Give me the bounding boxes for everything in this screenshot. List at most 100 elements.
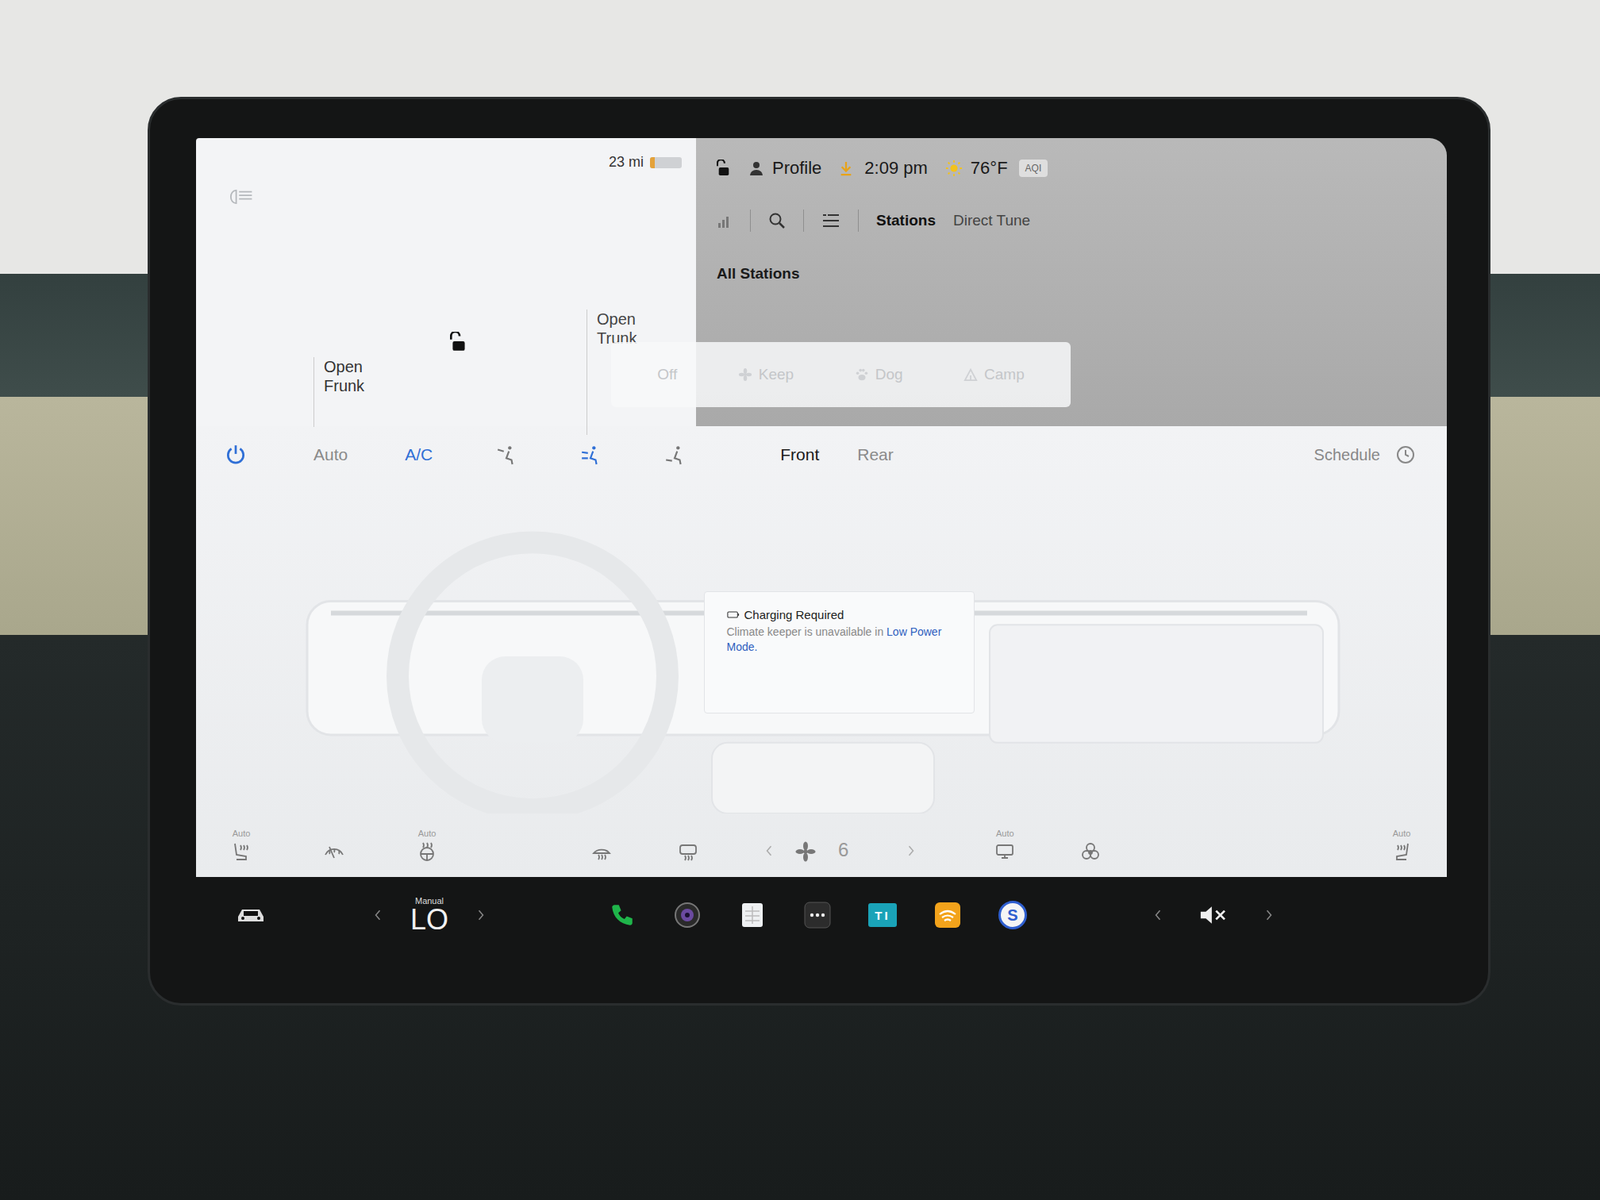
fan-icon [738,367,753,382]
download-icon[interactable] [838,159,854,177]
media-tab[interactable]: Direct Tune [953,211,1031,230]
notes-app-icon[interactable] [738,900,767,930]
media-heading: All Stations [716,265,1427,283]
zone-tab[interactable]: Rear [857,445,894,465]
keeper-mode-label: Dog [875,365,904,384]
climate-control[interactable]: Auto [227,828,255,863]
toolbar-divider [803,209,804,232]
climate-controls: Auto Auto 6 Auto Auto [196,813,1447,877]
display-bezel: 23 mi Open Frunk Open Trunk Profile 2:09… [147,96,1491,1006]
airflow-icon[interactable] [580,444,601,466]
photo-background: 23 mi Open Frunk Open Trunk Profile 2:09… [0,0,1600,1200]
temperature-mode: Manual [415,896,444,906]
control-slot [1076,828,1104,863]
climate-control[interactable] [588,828,616,863]
more-app-icon[interactable] [803,900,832,930]
toolbar-divider [750,209,751,232]
profile-button[interactable]: Profile [748,157,822,179]
climate-control[interactable]: Auto [1388,828,1416,863]
schedule-label: Schedule [1314,446,1381,465]
notice-text: Climate keeper is unavailable in Low Pow… [726,624,952,655]
clock: 2:09 pm [864,157,928,179]
auto-button[interactable]: Auto [313,445,348,465]
climate-control[interactable] [674,828,702,863]
airflow-icon[interactable] [664,444,685,466]
car-lock-button[interactable] [450,331,468,356]
sun-icon [945,159,963,177]
aqi-badge[interactable]: AQI [1019,159,1049,177]
climate-control[interactable] [1076,828,1104,863]
battery-fill [650,157,655,169]
temperature-value: LO [410,905,449,935]
seat-left-icon [230,840,253,863]
chevron-left-icon[interactable] [1153,907,1162,923]
media-tab[interactable]: Stations [876,211,936,230]
control-slot: Auto [413,828,441,863]
outside-temperature: 76°F [970,157,1008,179]
audible-icon [934,901,962,929]
app-dock: TI S [607,900,1027,930]
chevron-left-icon[interactable] [373,907,382,923]
open-frunk-button[interactable]: Open Frunk [313,357,380,427]
keeper-mode[interactable]: Off [657,365,677,384]
s-app-icon[interactable]: S [998,900,1027,930]
chevron-left-icon[interactable] [765,843,774,858]
low-power-mode-link[interactable]: Low Power Mode. [726,625,943,654]
charging-notice: Charging Required Climate keeper is unav… [703,591,975,714]
cabin-temperature[interactable]: Manual LO [410,896,449,935]
padlock-icon [450,331,468,353]
control-slot [588,828,616,863]
toybox-tile: TI [868,903,897,927]
toybox-app-icon[interactable]: TI [868,900,897,930]
phone-icon [608,901,636,929]
cabin-view: Charging Required Climate keeper is unav… [196,483,1447,814]
speaker-muted-icon[interactable] [1198,903,1229,927]
battery-low-icon [726,611,740,619]
search-icon[interactable] [768,211,786,230]
screen-icon [993,840,1016,863]
wheel-icon [415,840,439,863]
camera-app-icon[interactable] [673,900,702,930]
media-toolbar: Stations Direct Tune [716,209,1427,232]
climate-control[interactable]: Auto [413,828,441,863]
fan-icon [794,840,817,863]
signal-icon[interactable] [716,212,733,229]
chevron-right-icon[interactable] [476,907,485,923]
toolbar-divider [857,209,859,232]
ac-button[interactable]: A/C [404,445,433,465]
chevron-right-icon[interactable] [1265,907,1274,923]
control-label: Auto [418,828,437,839]
s-tile: S [998,900,1027,930]
schedule-button[interactable]: Schedule [1314,445,1416,465]
climate-toolbar: Auto A/C Front Rear Schedule [196,426,1447,484]
control-slot: Auto [991,828,1019,863]
control-label: Auto [232,828,251,839]
audible-app-icon[interactable] [933,900,962,930]
zone-tabs: Front Rear [780,445,894,465]
queue-icon[interactable] [821,212,841,229]
power-icon[interactable] [224,443,247,466]
keeper-mode-label: Off [657,365,677,384]
profile-label: Profile [772,157,822,179]
climate-control[interactable]: Auto [991,828,1019,863]
phone-app-icon[interactable] [607,900,637,930]
control-slot [674,828,702,863]
chevron-right-icon[interactable] [907,843,916,858]
paw-icon [854,367,870,382]
headlight-icon[interactable] [226,187,255,207]
notes-icon [740,901,765,929]
fan-control[interactable] [792,828,820,863]
climate-control[interactable] [320,828,348,863]
climate-keeper-menu: Off Keep Dog Camp [611,342,1071,408]
keeper-mode[interactable]: Keep [738,365,794,384]
lock-status-icon[interactable] [716,159,731,177]
clock-icon [1396,445,1416,465]
zone-tab[interactable]: Front [780,445,820,465]
keeper-mode[interactable]: Camp [963,365,1025,384]
person-icon [748,160,765,177]
keeper-mode[interactable]: Dog [854,365,904,384]
range-indicator: 23 mi [608,153,682,171]
car-icon[interactable] [234,905,267,925]
airflow-icon[interactable] [496,444,517,466]
fan-speed: 6 [838,838,849,862]
